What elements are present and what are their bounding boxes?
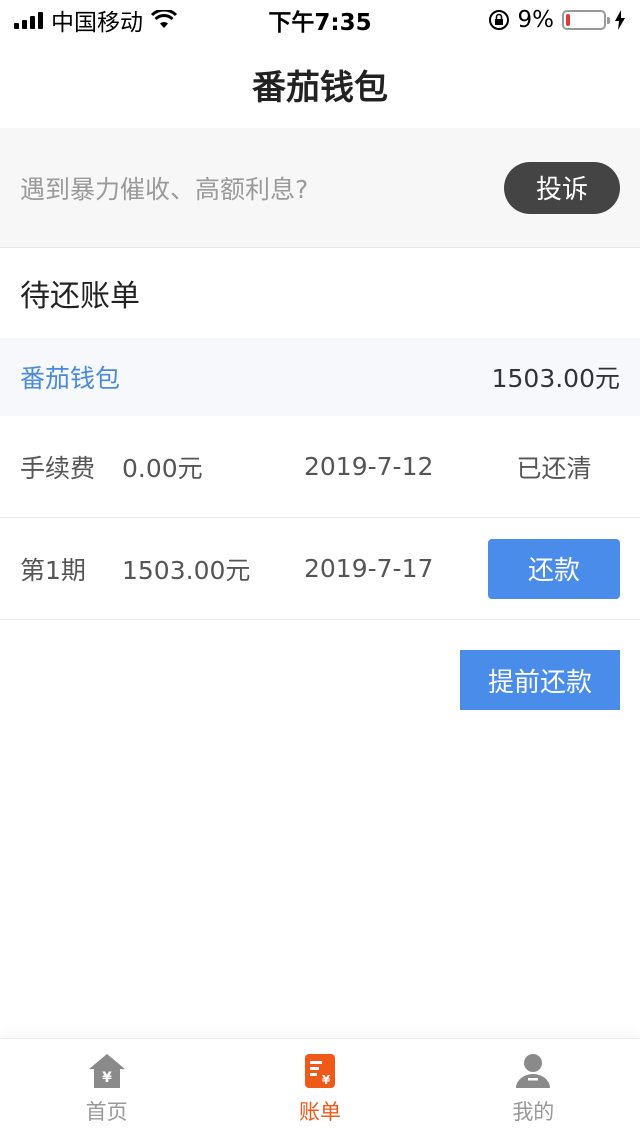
charging-icon	[615, 10, 625, 30]
tab-mine[interactable]: 我的	[473, 1050, 593, 1126]
bill-date: 2019-7-17	[304, 554, 434, 583]
bill-date: 2019-7-12	[304, 452, 434, 481]
tab-label: 账单	[298, 1099, 341, 1124]
early-repay-button[interactable]: 提前还款	[460, 650, 620, 710]
section-title: 待还账单	[20, 279, 140, 314]
page-title: 番茄钱包	[252, 67, 388, 108]
product-amount: 1503.00元	[491, 364, 620, 393]
bill-row-fee: 手续费 0.00元 2019-7-12 已还清	[0, 416, 640, 518]
svg-text:¥: ¥	[322, 1073, 331, 1087]
bill-status: 已还清	[516, 453, 592, 483]
complaint-notice: 遇到暴力催收、高额利息? 投诉	[0, 128, 640, 248]
repay-button[interactable]: 还款	[488, 538, 620, 599]
svg-text:¥: ¥	[102, 1070, 112, 1086]
orientation-lock-icon	[488, 10, 509, 30]
tab-label: 我的	[512, 1099, 555, 1124]
complain-button[interactable]: 投诉	[504, 161, 620, 214]
bill-row-installment: 第1期 1503.00元 2019-7-17 还款	[0, 518, 640, 620]
tab-bills[interactable]: ¥ 账单	[260, 1050, 380, 1126]
bill-amount: 1503.00元	[122, 555, 251, 585]
product-row: 番茄钱包 1503.00元	[0, 338, 640, 416]
bill-label: 手续费	[20, 453, 96, 483]
nav-bar: 番茄钱包	[0, 40, 640, 128]
tab-label: 首页	[85, 1099, 128, 1124]
carrier-name: 中国移动	[51, 10, 143, 36]
tab-bar: ¥ 首页 ¥ 账单 我的	[0, 1038, 640, 1136]
user-icon	[516, 1053, 551, 1088]
status-left: 中国移动	[14, 3, 177, 37]
bill-icon: ¥	[304, 1053, 335, 1088]
home-yuan-icon: ¥	[88, 1053, 125, 1088]
bill-amount: 0.00元	[122, 453, 203, 483]
status-right: 9%	[488, 7, 627, 33]
battery-percent: 9%	[517, 7, 555, 33]
product-name[interactable]: 番茄钱包	[20, 359, 120, 395]
status-bar: 中国移动 下午7:35 9%	[0, 0, 640, 40]
wifi-icon	[151, 10, 177, 28]
battery-icon	[562, 10, 610, 30]
notice-text: 遇到暴力催收、高额利息?	[20, 174, 309, 204]
tab-home[interactable]: ¥ 首页	[47, 1050, 167, 1126]
signal-icon	[14, 11, 43, 29]
bill-label: 第1期	[20, 555, 86, 585]
